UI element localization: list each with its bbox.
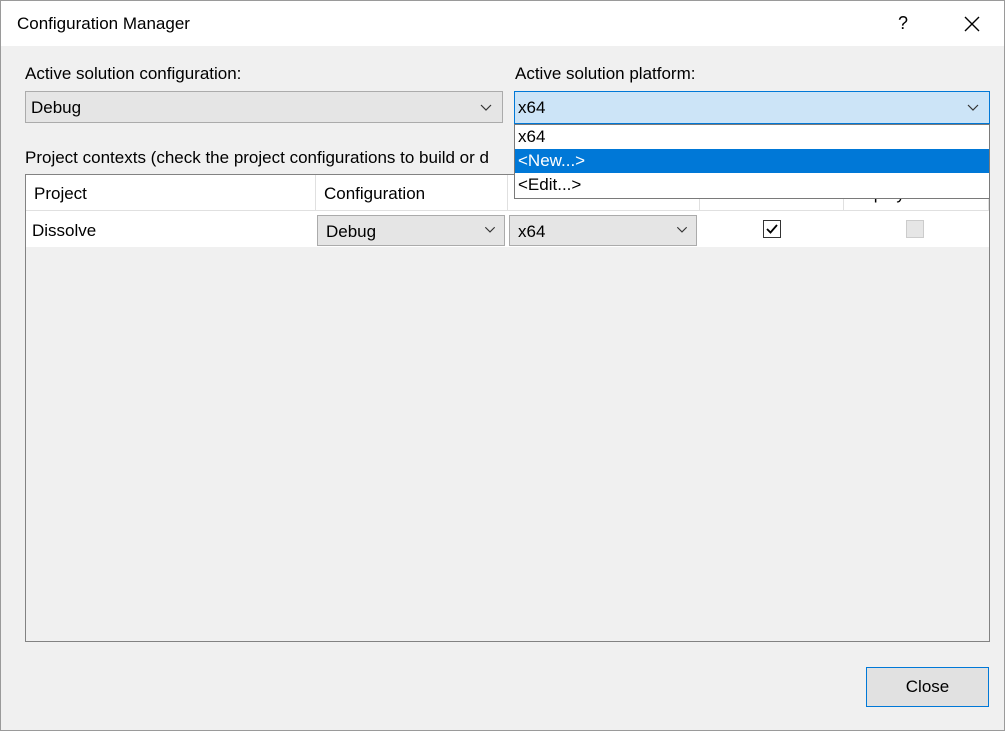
close-button[interactable]: Close <box>866 667 989 707</box>
title-bar: Configuration Manager ? <box>1 1 1004 46</box>
chevron-down-icon <box>967 104 979 111</box>
column-header-configuration[interactable]: Configuration <box>316 175 508 211</box>
platform-dropdown-list: x64 <New...> <Edit...> <box>514 124 990 199</box>
close-window-button[interactable] <box>951 1 995 46</box>
active-platform-dropdown[interactable]: x64 <box>514 91 990 124</box>
row-platform-dropdown[interactable]: x64 <box>509 215 697 246</box>
active-platform-value: x64 <box>518 98 546 117</box>
deploy-checkbox[interactable] <box>906 220 924 238</box>
dropdown-option-edit[interactable]: <Edit...> <box>515 173 989 197</box>
active-platform-label: Active solution platform: <box>515 64 696 83</box>
column-header-project[interactable]: Project <box>26 175 316 211</box>
chevron-down-icon <box>480 104 492 111</box>
chevron-down-icon <box>484 226 496 233</box>
project-name: Dissolve <box>32 221 97 240</box>
project-contexts-grid: Project Configuration Platform Build Dep… <box>25 174 990 642</box>
project-contexts-label: Project contexts (check the project conf… <box>25 148 489 167</box>
configuration-manager-dialog: Configuration Manager ? Active solution … <box>0 0 1005 731</box>
active-configuration-label: Active solution configuration: <box>25 64 242 83</box>
dropdown-option-new[interactable]: <New...> <box>515 149 989 173</box>
close-icon <box>964 16 980 32</box>
active-configuration-value: Debug <box>31 98 82 117</box>
dropdown-option-x64[interactable]: x64 <box>515 125 989 149</box>
row-configuration-dropdown[interactable]: Debug <box>317 215 505 246</box>
active-configuration-dropdown[interactable]: Debug <box>25 91 503 123</box>
checkmark-icon <box>766 224 778 234</box>
dialog-title: Configuration Manager <box>17 14 190 33</box>
table-row: Dissolve Debug x64 <box>26 211 989 247</box>
build-checkbox[interactable] <box>763 220 781 238</box>
chevron-down-icon <box>676 226 688 233</box>
help-button[interactable]: ? <box>886 1 920 46</box>
